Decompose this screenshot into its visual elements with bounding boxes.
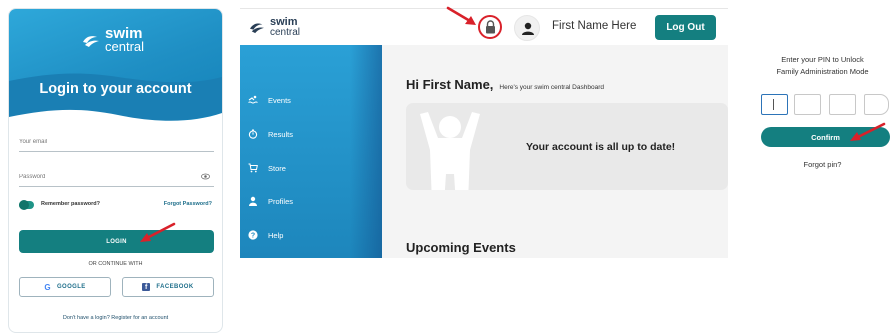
forgot-password-link[interactable]: Forgot Password? [164,201,212,207]
password-field[interactable] [19,167,214,187]
sidebar-item-label: Store [268,163,286,173]
logout-button[interactable]: Log Out [655,15,716,40]
facebook-login-button[interactable]: f FACEBOOK [122,277,214,297]
logo-word-central: central [270,26,301,38]
celebrating-person-illustration [420,112,480,190]
swim-central-logo[interactable]: swim central [248,17,301,38]
sidebar-item-label: Help [268,230,284,240]
user-name: First Name Here [552,20,637,32]
swim-central-logo: swim central [81,26,145,54]
sidebar-item-events[interactable]: Events [248,95,291,105]
facebook-button-label: FACEBOOK [156,284,194,290]
sidebar-item-store[interactable]: Store [248,163,286,173]
person-icon [249,196,257,206]
email-field[interactable] [19,132,214,152]
svg-text:?: ? [251,233,255,240]
annotation-arrow-confirm [850,122,886,141]
dashboard-main: Hi First Name, Here's your swim central … [382,45,728,258]
question-icon: ? [248,230,258,240]
sidebar-item-results[interactable]: Results [248,129,293,139]
pin-unlock-panel: Enter your PIN to Unlock Family Administ… [752,50,893,180]
pin-prompt-line-2: Family Administration Mode [776,67,869,76]
lock-highlight-circle[interactable] [478,15,502,39]
login-panel: swim central Login to your account Remem… [8,8,223,333]
account-status-message: Your account is all up to date! [526,141,676,153]
remember-password-toggle[interactable] [19,200,34,210]
sidebar: Events Results Store Profiles ? Help [240,45,382,258]
sidebar-item-profiles[interactable]: Profiles [248,196,293,206]
forgot-pin-link[interactable]: Forgot pin? [752,160,893,169]
dashboard-panel: swim central First Name Here Log Out Eve… [240,8,728,258]
show-password-eye-icon[interactable] [201,172,210,181]
remember-password-label: Remember password? [41,201,100,207]
register-link[interactable]: Don't have a login? Register for an acco… [9,315,222,321]
stopwatch-icon [248,129,258,139]
text-cursor [773,99,774,110]
annotation-arrow-login [140,222,176,242]
sidebar-item-label: Profiles [268,196,294,206]
greeting-title: Hi First Name, [406,77,494,92]
logo-word-central: central [105,38,145,54]
pin-digit-1[interactable] [761,94,788,115]
facebook-icon: f [142,283,151,291]
google-login-button[interactable]: G GOOGLE [19,277,111,297]
annotation-arrow-lock [446,6,476,25]
google-icon: G [44,282,51,292]
greeting-subtitle: Here's your swim central Dashboard [499,84,604,91]
pin-prompt-line-1: Enter your PIN to Unlock [781,55,864,64]
pin-digit-4[interactable] [864,94,889,115]
continue-with-label: OR CONTINUE WITH [88,261,143,267]
cart-icon [248,163,258,173]
swimmer-icon [248,95,258,104]
sidebar-shadow [350,45,382,258]
top-bar: swim central First Name Here Log Out [240,8,728,45]
pin-digit-2[interactable] [794,94,821,115]
account-status-card: Your account is all up to date! [406,103,728,190]
swim-logo-icon [83,35,99,47]
pin-digit-3[interactable] [829,94,856,115]
user-icon [522,22,534,35]
sidebar-item-label: Events [268,95,291,105]
upcoming-events-title: Upcoming Events [406,240,516,255]
lock-icon[interactable] [485,20,496,34]
swim-logo-icon [250,23,264,34]
avatar[interactable] [514,15,540,41]
sidebar-item-help[interactable]: ? Help [248,230,283,240]
google-button-label: GOOGLE [56,284,86,290]
sidebar-item-label: Results [268,129,294,139]
greeting: Hi First Name, Here's your swim central … [406,77,604,92]
login-button[interactable]: LOGIN [19,230,214,253]
login-title: Login to your account [39,81,192,97]
pin-prompt: Enter your PIN to Unlock Family Administ… [752,54,893,78]
